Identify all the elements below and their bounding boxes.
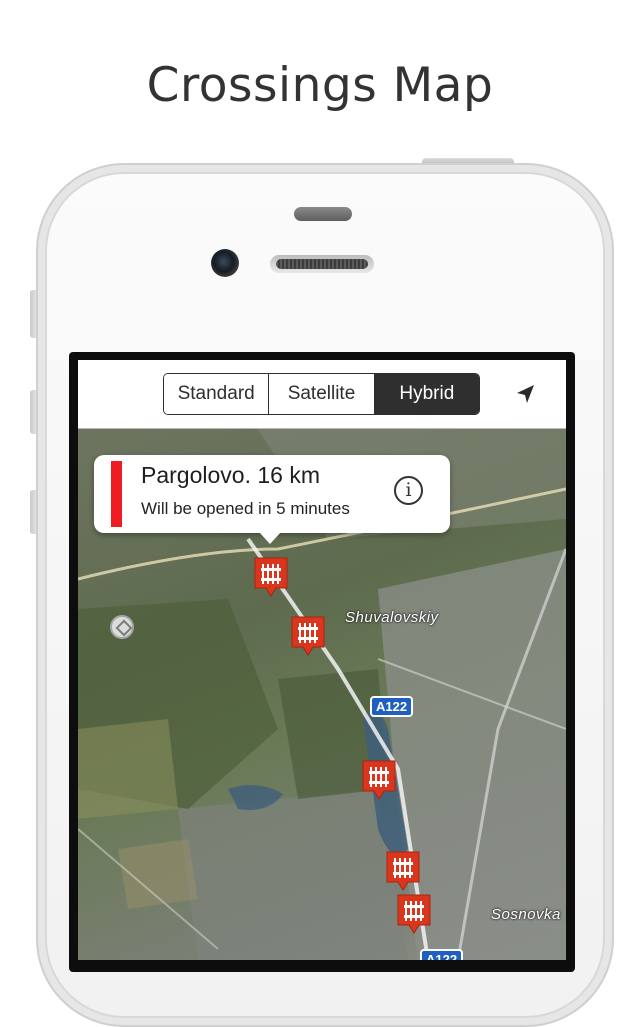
- page-headline: Crossings Map: [146, 58, 494, 113]
- railway-crossing-icon[interactable]: [290, 615, 326, 657]
- map-type-hybrid[interactable]: Hybrid: [373, 374, 479, 414]
- place-label-sosnovka: Sosnovka: [491, 906, 561, 923]
- earpiece-speaker: [270, 255, 374, 273]
- app-display: Standard Satellite Hybrid Shuvalovskiy S…: [78, 360, 566, 960]
- callout-subtitle: Will be opened in 5 minutes: [141, 499, 350, 518]
- location-arrow-icon[interactable]: [514, 382, 538, 406]
- front-camera: [211, 249, 239, 277]
- railway-crossing-icon[interactable]: [385, 850, 421, 892]
- callout-title: Pargolovo. 16 km: [141, 462, 320, 488]
- map-type-segmented-control[interactable]: Standard Satellite Hybrid: [163, 373, 480, 415]
- info-icon[interactable]: i: [394, 476, 423, 505]
- railway-crossing-icon[interactable]: [396, 893, 432, 935]
- road-shield-a122: A122: [370, 696, 414, 717]
- map-type-standard[interactable]: Standard: [164, 374, 269, 414]
- status-bar-indicator: [111, 461, 122, 527]
- railway-crossing-icon[interactable]: [361, 759, 397, 801]
- map-type-satellite[interactable]: Satellite: [268, 374, 374, 414]
- proximity-sensor: [294, 207, 352, 221]
- road-shield-a122: A122: [420, 949, 464, 960]
- map-toolbar: Standard Satellite Hybrid: [78, 360, 566, 429]
- place-label-shuvalovskiy: Shuvalovskiy: [345, 609, 439, 626]
- crossing-callout[interactable]: Pargolovo. 16 km Will be opened in 5 min…: [94, 455, 450, 544]
- railway-crossing-icon[interactable]: [253, 556, 289, 598]
- poi-icon[interactable]: [110, 615, 134, 639]
